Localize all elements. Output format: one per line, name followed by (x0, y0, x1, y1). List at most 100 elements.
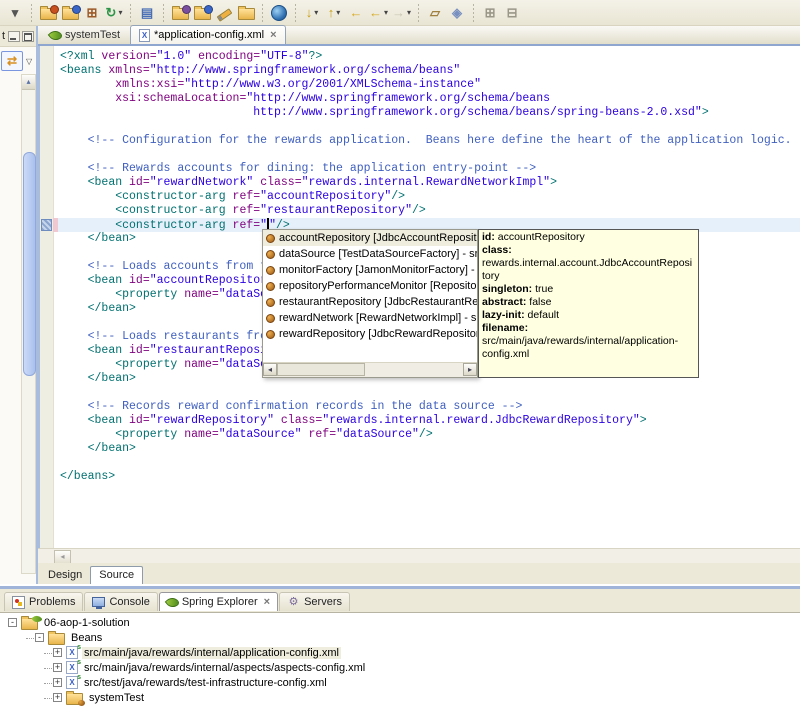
code-line[interactable]: <!-- Records reward confirmation records… (53, 400, 800, 414)
expand-expander-icon[interactable]: + (53, 678, 62, 687)
annotation-ruler[interactable] (40, 46, 54, 548)
code-token: <!-- Rewards accounts for dining: the ap… (87, 162, 537, 175)
view-tab-design[interactable]: Design (40, 567, 90, 584)
left-view-tab-stub[interactable]: t (0, 26, 36, 47)
open-resource-button[interactable] (191, 3, 213, 23)
completion-item[interactable]: restaurantRepository [JdbcRestaurantRepo… (263, 294, 477, 310)
menu-dropdown-button[interactable]: ▾ (4, 3, 26, 23)
popup-scroll-thumb[interactable] (277, 363, 365, 376)
tree-item[interactable]: - Beans (0, 630, 800, 645)
code-line[interactable]: <constructor-arg ref="restaurantReposito… (53, 204, 800, 218)
dropdown-arrow-icon[interactable]: ▾ (384, 8, 388, 17)
maximize-view-button[interactable] (22, 30, 34, 42)
bottom-tab-problems[interactable]: Problems (4, 592, 84, 611)
editor-tab-systemtest[interactable]: systemTest (42, 26, 128, 44)
view-tab-source[interactable]: Source (90, 566, 144, 584)
close-icon[interactable]: × (264, 596, 270, 608)
scroll-left-icon[interactable]: ◂ (263, 363, 277, 376)
import-button[interactable]: ↓ ▾ (301, 3, 323, 23)
expand-expander-icon[interactable]: + (53, 693, 62, 702)
editor-tab--application-config-xml[interactable]: *application-config.xml × (130, 25, 286, 44)
code-line[interactable]: <!-- Configuration for the rewards appli… (53, 134, 800, 148)
open-wizard-button[interactable] (169, 3, 191, 23)
expand-expander-icon[interactable]: + (53, 648, 62, 657)
expand-all-button[interactable]: ⊞ (479, 3, 501, 23)
completion-item[interactable]: rewardRepository [JdbcRewardRepository] … (263, 326, 477, 342)
code-line[interactable]: </bean> (53, 442, 800, 456)
code-line[interactable]: http://www.springframework.org/schema/be… (53, 106, 800, 120)
code-line[interactable] (53, 386, 800, 400)
code-line[interactable]: <property name="dataSource" ref="dataSou… (53, 428, 800, 442)
view-menu-dropdown-icon[interactable]: ▽ (26, 57, 32, 66)
new-wizard-button[interactable] (37, 3, 59, 23)
tree-item[interactable]: - 06-aop-1-solution (0, 613, 800, 630)
open-file-button[interactable] (235, 3, 257, 23)
dropdown-arrow-icon[interactable]: ▾ (314, 8, 318, 17)
completion-item[interactable]: rewardNetwork [RewardNetworkImpl] - src/… (263, 310, 477, 326)
code-line[interactable]: <!-- Rewards accounts for dining: the ap… (53, 162, 800, 176)
dropdown-arrow-icon[interactable]: ▾ (118, 8, 122, 17)
content-assist-list[interactable]: accountRepository [JdbcAccountRepository… (263, 230, 477, 342)
back-to-last-edit-button[interactable]: ← (345, 3, 367, 23)
tree-connector (44, 652, 52, 654)
code-line[interactable] (53, 120, 800, 134)
code-line[interactable]: <beans xmlns="http://www.springframework… (53, 64, 800, 78)
code-line[interactable]: xmlns:xsi="http://www.w3.org/2001/XMLSch… (53, 78, 800, 92)
new-document-button[interactable]: ▤ (136, 3, 158, 23)
last-edit-location-button[interactable]: ▱ (424, 3, 446, 23)
minimize-view-button[interactable] (8, 30, 20, 42)
bottom-tab-servers[interactable]: Servers (279, 592, 350, 611)
tree-item[interactable]: + systemTest (0, 690, 800, 706)
back-button[interactable]: ← ▾ (367, 3, 390, 23)
bottom-tab-console[interactable]: Console (84, 592, 158, 611)
left-view-tab-label: t (2, 30, 6, 42)
scroll-up-icon[interactable]: ▴ (22, 75, 35, 90)
tooltip-field-label: filename: (482, 322, 529, 334)
forward-button[interactable]: → ▾ (390, 3, 413, 23)
code-token: "dataSo (218, 358, 268, 371)
code-line[interactable] (53, 148, 800, 162)
left-view-scrollbar[interactable]: ▴ (21, 74, 36, 574)
content-assist-popup[interactable]: accountRepository [JdbcAccountRepository… (262, 229, 478, 378)
web-browser-button[interactable] (268, 3, 290, 23)
code-line[interactable]: xsi:schemaLocation="http://www.springfra… (53, 92, 800, 106)
design-source-tab-bar: Design Source (38, 563, 800, 584)
expand-expander-icon[interactable]: + (53, 663, 62, 672)
completion-item[interactable]: repositoryPerformanceMonitor [Repository… (263, 278, 477, 294)
tree-item[interactable]: + ssrc/main/java/rewards/internal/aspects… (0, 659, 800, 675)
tree-item[interactable]: + ssrc/main/java/rewards/internal/applica… (0, 644, 800, 660)
collapse-all-button[interactable]: ⊟ (501, 3, 523, 23)
scrollbar-thumb[interactable] (23, 152, 36, 376)
code-line[interactable]: <constructor-arg ref="accountRepository"… (53, 190, 800, 204)
code-line[interactable]: <bean id="rewardNetwork" class="rewards.… (53, 176, 800, 190)
refresh-button[interactable]: ↻ ▾ (103, 3, 125, 23)
tree-item[interactable]: + ssrc/test/java/rewards/test-infrastruct… (0, 674, 800, 690)
code-line[interactable] (53, 456, 800, 470)
code-line[interactable]: <bean id="rewardRepository" class="rewar… (53, 414, 800, 428)
dropdown-arrow-icon[interactable]: ▾ (336, 8, 340, 17)
new-java-project-button[interactable] (59, 3, 81, 23)
editor-hscrollbar[interactable]: ◂ (38, 548, 800, 564)
spring-explorer-tree[interactable]: -06-aop-1-solution-Beans+ssrc/main/java/… (0, 612, 800, 707)
bottom-tab-spring-explorer[interactable]: Spring Explorer × (158, 592, 279, 611)
export-button[interactable]: ↑ ▾ (323, 3, 345, 23)
scroll-right-icon[interactable]: ▸ (463, 363, 477, 376)
completion-item[interactable]: dataSource [TestDataSourceFactory] - src… (263, 246, 477, 262)
annotation-button[interactable]: ◈ (446, 3, 468, 23)
collapse-expander-icon[interactable]: - (8, 618, 17, 627)
popup-hscrollbar[interactable]: ◂ ▸ (263, 362, 477, 377)
code-token: <property (115, 428, 185, 441)
scroll-left-icon[interactable]: ◂ (54, 550, 71, 564)
completion-item-label: dataSource [TestDataSourceFactory] - src… (279, 248, 477, 260)
dropdown-arrow-icon[interactable]: ▾ (407, 8, 411, 17)
new-package-button[interactable]: ⊞ (81, 3, 103, 23)
completion-item-label: accountRepository [JdbcAccountRepository… (279, 232, 477, 244)
completion-item[interactable]: accountRepository [JdbcAccountRepository… (263, 230, 477, 246)
completion-item[interactable]: monitorFactory [JamonMonitorFactory] - s… (263, 262, 477, 278)
close-icon[interactable]: × (270, 29, 276, 41)
code-line[interactable]: <?xml version="1.0" encoding="UTF-8"?> (53, 50, 800, 64)
collapse-expander-icon[interactable]: - (35, 633, 44, 642)
brush-button[interactable] (213, 3, 235, 23)
link-with-editor-button[interactable]: ⇄ (1, 51, 23, 71)
code-line[interactable]: </beans> (53, 470, 800, 484)
